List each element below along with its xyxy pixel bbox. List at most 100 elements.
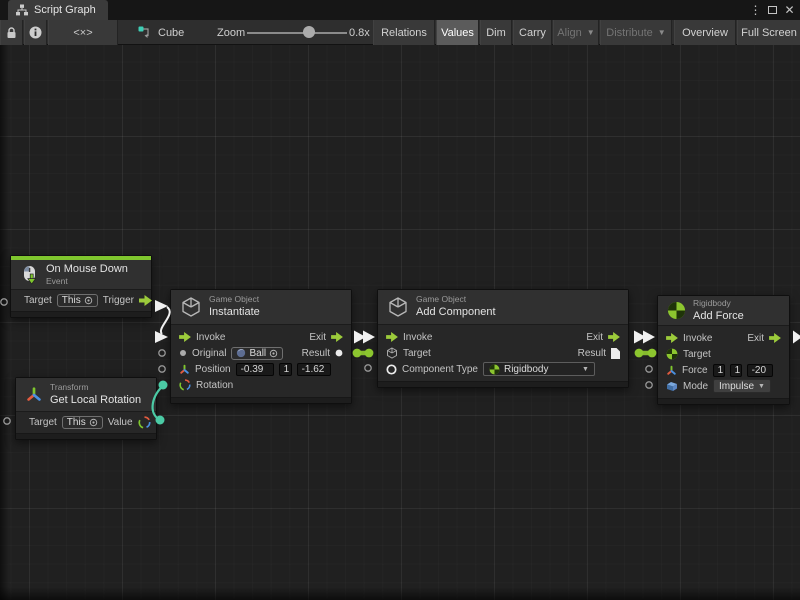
exit-label: Exit (586, 332, 603, 343)
rotation-label: Rotation (196, 380, 233, 391)
code-preview-button[interactable]: <×> (48, 20, 118, 45)
graph-name: Cube (158, 27, 184, 39)
flow-output-port[interactable] (331, 332, 343, 342)
target-value-chip[interactable]: This (62, 416, 103, 429)
position-label: Position (195, 364, 231, 375)
port-row: Position -0.39 1 -1.62 (171, 361, 351, 377)
port-row: Target This Trigger (11, 290, 151, 311)
toolbar-button-values[interactable]: Values (436, 20, 479, 45)
chevron-down-icon: ▼ (658, 28, 666, 37)
mode-dropdown[interactable]: Impulse ▼ (713, 379, 771, 393)
flow-input-port[interactable] (179, 332, 191, 342)
value-port-icon[interactable] (179, 349, 187, 357)
node-add-force[interactable]: Rigidbody Add Force Invoke Exit (657, 295, 790, 405)
close-icon[interactable]: ✕ (781, 0, 798, 20)
toolbar-button-relations[interactable]: Relations (373, 20, 435, 45)
component-type-dropdown[interactable]: Rigidbody ▼ (483, 362, 595, 376)
toolbar-button-carry[interactable]: Carry (513, 20, 552, 45)
node-get-local-rotation[interactable]: Transform Get Local Rotation Target This… (15, 377, 157, 440)
invoke-label: Invoke (403, 332, 432, 343)
object-picker-icon[interactable] (89, 418, 98, 427)
port-row: Target This Value (16, 412, 156, 433)
zoom-label: Zoom (217, 20, 245, 45)
window-controls: ⋮ ✕ (747, 0, 798, 20)
zoom-slider[interactable] (247, 32, 347, 34)
type-port-icon[interactable] (386, 364, 397, 375)
chevron-down-icon: ▼ (758, 383, 765, 390)
flow-output-port[interactable] (608, 332, 620, 342)
lock-icon (6, 27, 17, 39)
toolbar-button-fullscreen[interactable]: Full Screen (737, 20, 800, 45)
node-footer (11, 311, 151, 317)
node-body: Invoke Exit Original Ball (171, 325, 351, 397)
force-x-field[interactable]: 1 (713, 364, 725, 377)
target-label: Target (683, 349, 711, 360)
zoom-slider-handle[interactable] (303, 26, 315, 38)
node-category: Transform (50, 382, 141, 393)
mouse-down-icon (20, 265, 39, 285)
node-header: Transform Get Local Rotation (16, 378, 156, 412)
window-menu-icon[interactable]: ⋮ (747, 0, 764, 20)
transform-icon (25, 386, 43, 404)
gameobject-icon (180, 296, 202, 318)
mode-label: Mode (683, 381, 708, 392)
object-picker-icon[interactable] (269, 349, 278, 358)
node-category: Game Object (209, 294, 260, 305)
toolbar-button-align[interactable]: Align ▼ (553, 20, 599, 45)
node-add-component[interactable]: Game Object Add Component Invoke Exit Ta… (377, 289, 629, 388)
result-label: Result (302, 348, 330, 359)
trigger-label: Trigger (103, 295, 134, 306)
script-graph-window: Script Graph ⋮ ✕ <×> (0, 0, 800, 600)
node-title: Add Component (416, 305, 496, 319)
maximize-icon[interactable] (764, 0, 781, 20)
toolbar-button-distribute[interactable]: Distribute ▼ (600, 20, 672, 45)
graph-hierarchy-icon (16, 4, 28, 16)
graph-context[interactable]: Cube (138, 20, 184, 45)
title-bar: Script Graph ⋮ ✕ (0, 0, 800, 20)
info-icon (29, 26, 42, 39)
zoom-value: 0.8x (349, 20, 370, 45)
force-z-field[interactable]: -20 (747, 364, 773, 377)
lock-button[interactable] (0, 20, 23, 45)
node-instantiate[interactable]: Game Object Instantiate Invoke Exit Orig… (170, 289, 352, 404)
node-title: Instantiate (209, 305, 260, 319)
rigidbody-icon (667, 301, 686, 320)
chevron-down-icon: ▼ (587, 28, 595, 37)
tab-title: Script Graph (34, 4, 96, 16)
node-on-mouse-down[interactable]: On Mouse Down Event Target This Trigger (10, 255, 152, 318)
position-x-field[interactable]: -0.39 (236, 363, 274, 376)
info-button[interactable] (24, 20, 47, 45)
code-preview-icon: <×> (73, 27, 92, 39)
port-row: Mode Impulse ▼ (658, 378, 789, 394)
port-row: Invoke Exit (658, 330, 789, 346)
object-picker-icon[interactable] (84, 296, 93, 305)
invoke-label: Invoke (196, 332, 225, 343)
node-title: Add Force (693, 309, 744, 323)
invoke-label: Invoke (683, 333, 712, 344)
toolbar-button-dim[interactable]: Dim (480, 20, 512, 45)
position-z-field[interactable]: -1.62 (297, 363, 331, 376)
canvas-bottom-shadow (0, 587, 800, 600)
port-row: Target (658, 346, 789, 362)
rotation-icon[interactable] (138, 416, 151, 429)
position-y-field[interactable]: 1 (279, 363, 292, 376)
flow-input-port[interactable] (666, 333, 678, 343)
target-label: Target (24, 295, 52, 306)
flow-output-port[interactable] (769, 333, 781, 343)
toolbar-button-overview[interactable]: Overview (674, 20, 736, 45)
original-label: Original (192, 348, 226, 359)
port-row: Target Result (378, 345, 628, 361)
flow-output-port[interactable] (139, 295, 152, 306)
tab-script-graph[interactable]: Script Graph (8, 0, 108, 20)
target-value-chip[interactable]: This (57, 294, 98, 307)
chevron-down-icon: ▼ (582, 366, 589, 373)
node-header: On Mouse Down Event (11, 260, 151, 290)
flow-input-port[interactable] (386, 332, 398, 342)
force-y-field[interactable]: 1 (730, 364, 742, 377)
script-graph-icon (138, 26, 152, 39)
node-category: Rigidbody (693, 298, 744, 309)
component-result-icon[interactable] (611, 348, 620, 359)
value-port-icon[interactable] (335, 349, 343, 357)
rigidbody-icon (489, 364, 500, 375)
original-value-chip[interactable]: Ball (231, 347, 283, 360)
